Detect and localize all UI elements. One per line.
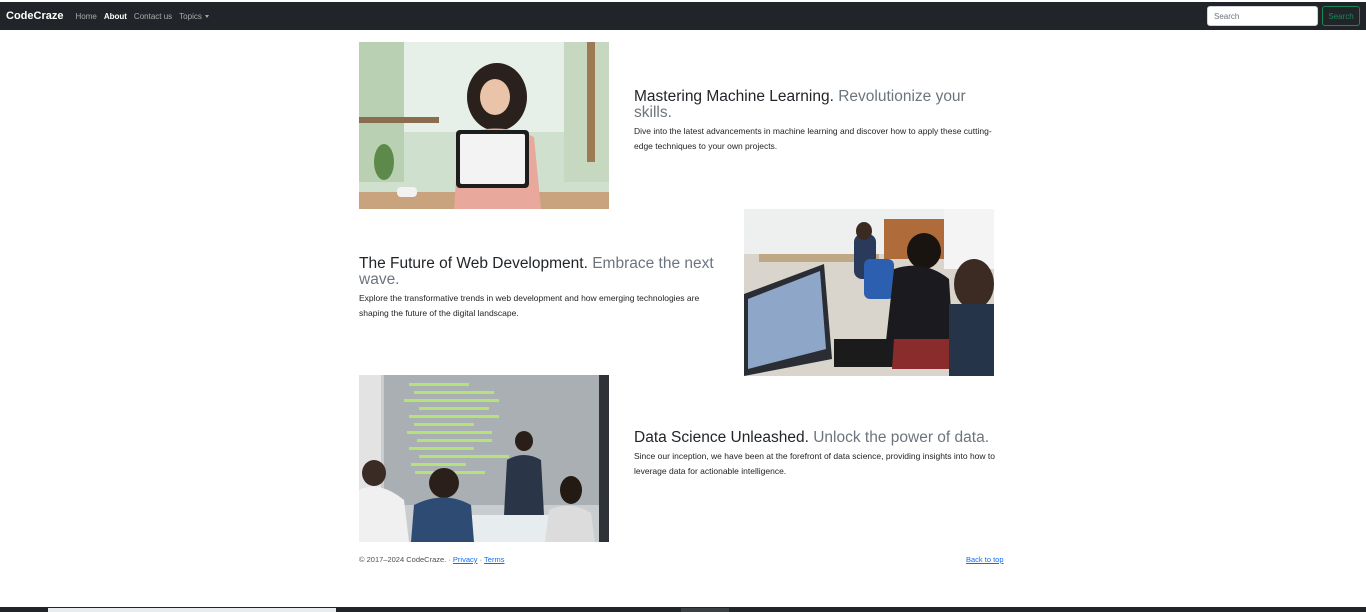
feature-lead: Explore the transformative trends in web… xyxy=(359,293,700,318)
feature-heading-main: Mastering Machine Learning. xyxy=(634,88,834,105)
feature-text-data-science: Data Science Unleashed. Unlock the power… xyxy=(634,430,1006,479)
search-form: Search xyxy=(1207,6,1360,26)
photo-developers-office xyxy=(744,209,994,376)
nav-contact[interactable]: Contact us xyxy=(134,12,172,21)
nav-topics-label: Topics xyxy=(179,11,202,21)
nav-home[interactable]: Home xyxy=(75,12,96,21)
feature-heading: Data Science Unleashed. Unlock the power… xyxy=(634,430,1006,446)
photo-data-science-meeting xyxy=(359,375,609,542)
footer-back-to-top: Back to top xyxy=(966,555,1004,564)
search-input[interactable] xyxy=(1207,6,1318,26)
feature-heading: The Future of Web Development. Embrace t… xyxy=(359,256,729,288)
feature-text-machine-learning: Mastering Machine Learning. Revolutioniz… xyxy=(634,89,1006,154)
chevron-down-icon xyxy=(204,14,209,18)
nav-about[interactable]: About xyxy=(104,12,127,21)
feature-image-machine-learning xyxy=(359,42,609,209)
feature-lead: Dive into the latest advancements in mac… xyxy=(634,126,992,151)
search-button[interactable]: Search xyxy=(1322,6,1360,26)
copyright-text: © 2017–2024 CodeCraze. · xyxy=(359,555,453,564)
taskbar-segment xyxy=(681,608,729,612)
feature-heading: Mastering Machine Learning. Revolutioniz… xyxy=(634,89,1006,121)
navbar: CodeCraze Home About Contact us Topics S… xyxy=(0,2,1366,30)
nav-topics-dropdown[interactable]: Topics xyxy=(179,12,209,21)
photo-woman-tablet xyxy=(359,42,609,209)
feature-text-web-development: The Future of Web Development. Embrace t… xyxy=(359,256,729,321)
terms-link[interactable]: Terms xyxy=(484,555,504,564)
horizontal-scrollbar[interactable] xyxy=(48,608,336,612)
feature-heading-muted: Unlock the power of data. xyxy=(813,429,990,446)
feature-heading-main: The Future of Web Development. xyxy=(359,255,588,272)
footer-copyright: © 2017–2024 CodeCraze. · Privacy · Terms xyxy=(359,555,504,564)
back-to-top-link[interactable]: Back to top xyxy=(966,555,1004,564)
privacy-link[interactable]: Privacy xyxy=(453,555,478,564)
feature-heading-main: Data Science Unleashed. xyxy=(634,429,809,446)
feature-lead: Since our inception, we have been at the… xyxy=(634,451,996,476)
feature-image-web-development xyxy=(744,209,994,376)
brand-logo[interactable]: CodeCraze xyxy=(6,10,63,22)
feature-image-data-science xyxy=(359,375,609,542)
